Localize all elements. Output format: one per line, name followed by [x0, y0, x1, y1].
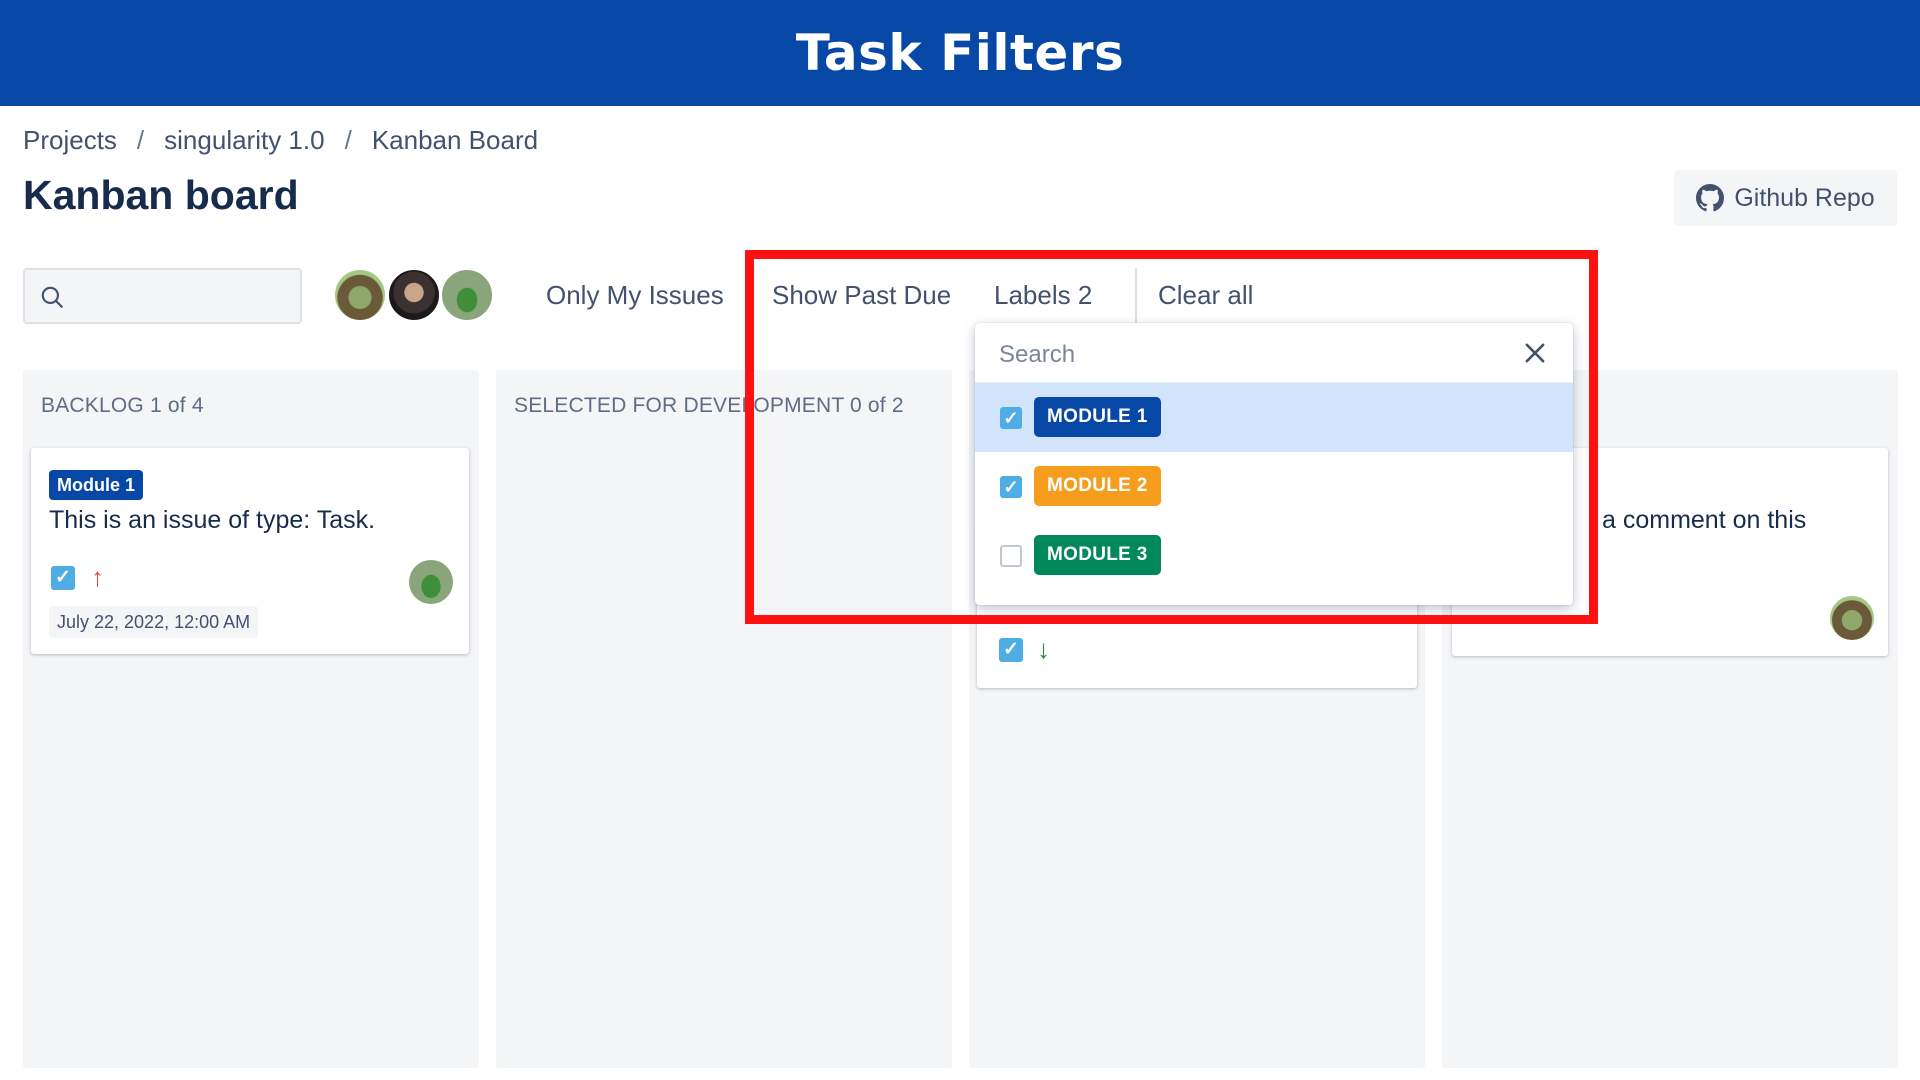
- annotation-highlight-box: [745, 250, 1598, 624]
- arrow-up-icon: ↑: [91, 562, 104, 592]
- task-type-icon: ✓: [51, 566, 75, 590]
- card-label-badge: Module 1: [49, 470, 144, 500]
- avatar-user-1[interactable]: [332, 267, 388, 323]
- assignee-avatar: [1830, 596, 1874, 640]
- breadcrumb-board[interactable]: Kanban Board: [372, 125, 538, 156]
- task-type-icon: ✓: [999, 638, 1023, 662]
- search-input[interactable]: [23, 268, 302, 324]
- banner-title: Task Filters: [795, 24, 1125, 82]
- card-title: This is an issue of type: Task.: [49, 506, 376, 534]
- breadcrumb: Projects / singularity 1.0 / Kanban Boar…: [23, 125, 538, 156]
- app-root: Task Filters Projects / singularity 1.0 …: [0, 0, 1920, 1080]
- only-my-issues-button[interactable]: Only My Issues: [546, 280, 724, 311]
- breadcrumb-projects[interactable]: Projects: [23, 125, 117, 156]
- assignee-avatar: [409, 560, 453, 604]
- top-banner: Task Filters: [0, 0, 1920, 106]
- breadcrumb-project[interactable]: singularity 1.0: [164, 125, 324, 156]
- card-due-date: July 22, 2022, 12:00 AM: [49, 606, 259, 638]
- avatar-user-3[interactable]: [439, 267, 495, 323]
- page-title: Kanban board: [23, 172, 299, 218]
- github-repo-button[interactable]: Github Repo: [1674, 170, 1897, 226]
- breadcrumb-separator: /: [344, 125, 352, 155]
- github-repo-label: Github Repo: [1734, 183, 1875, 212]
- github-icon: [1696, 184, 1725, 212]
- issue-card[interactable]: Module 1 This is an issue of type: Task.…: [31, 448, 469, 654]
- card-title: a comment on this: [1602, 506, 1807, 534]
- column-title: BACKLOG 1 of 4: [41, 394, 204, 417]
- breadcrumb-separator: /: [136, 125, 145, 155]
- column-backlog: BACKLOG 1 of 4 Module 1 This is an issue…: [23, 370, 479, 1068]
- avatar-user-2[interactable]: [386, 267, 442, 323]
- search-icon: [41, 286, 63, 308]
- arrow-down-icon: ↓: [1037, 634, 1050, 664]
